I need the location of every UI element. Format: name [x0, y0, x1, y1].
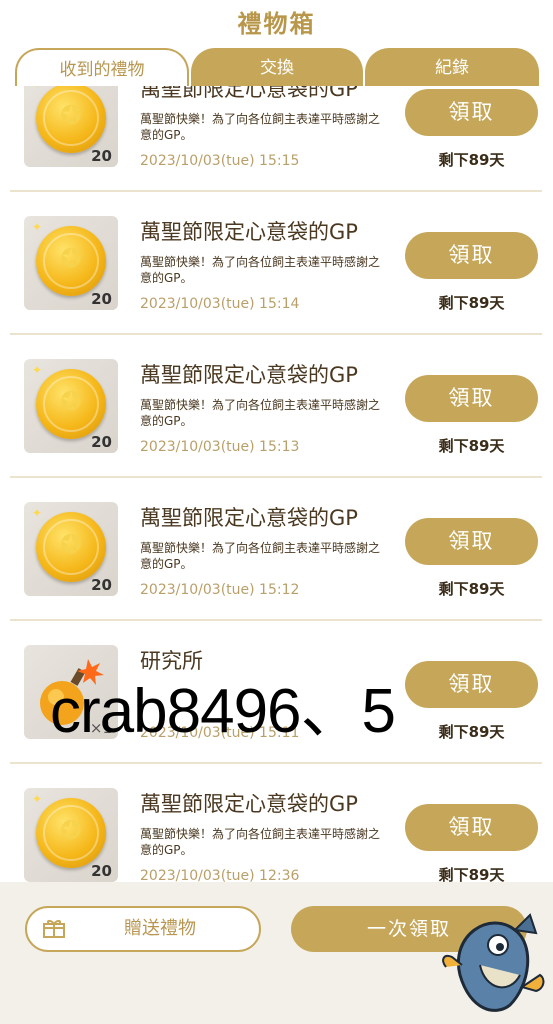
gift-timestamp: 2023/10/03(tue) 15:12: [140, 582, 300, 598]
gp-coin-icon: ✦✪ 20: [24, 86, 118, 167]
days-remaining: 剩下89天: [438, 151, 505, 169]
claim-button[interactable]: 領取: [405, 232, 538, 279]
claim-button[interactable]: 領取: [405, 89, 538, 136]
gift-title: 萬聖節限定心意袋的GP: [140, 506, 358, 530]
claim-button[interactable]: 領取: [405, 518, 538, 565]
gift-row: ✦✪ 20 萬聖節限定心意袋的GP 萬聖節快樂！為了向各位飼主表達平時感謝之意的…: [10, 192, 542, 335]
header: 禮物箱 收到的禮物 交換 紀錄: [0, 0, 553, 86]
gift-row: ✦✪ 20 萬聖節限定心意袋的GP 萬聖節快樂！為了向各位飼主表達平時感謝之意的…: [10, 86, 542, 192]
gift-description: 萬聖節快樂！為了向各位飼主表達平時感謝之意的GP。: [140, 398, 381, 428]
gp-coin-icon: ✦✪ 20: [24, 359, 118, 453]
gift-row: ✦✪ 20 萬聖節限定心意袋的GP 萬聖節快樂！為了向各位飼主表達平時感謝之意的…: [10, 764, 542, 882]
fish-mascot-icon: [442, 913, 545, 1012]
gift-timestamp: 2023/10/03(tue) 15:15: [140, 153, 300, 169]
watermark-text: crab8496、5: [50, 677, 396, 746]
gift-timestamp: 2023/10/03(tue) 12:36: [140, 868, 300, 882]
gift-title: 萬聖節限定心意袋的GP: [140, 220, 358, 244]
gift-timestamp: 2023/10/03(tue) 15:14: [140, 296, 300, 312]
gift-title: 萬聖節限定心意袋的GP: [140, 792, 358, 816]
claim-button[interactable]: 領取: [405, 375, 538, 422]
gp-coin-icon: ✦✪ 20: [24, 788, 118, 882]
days-remaining: 剩下89天: [438, 294, 505, 312]
claim-button[interactable]: 領取: [405, 661, 538, 708]
days-remaining: 剩下89天: [438, 437, 505, 455]
gift-title: 萬聖節限定心意袋的GP: [140, 363, 358, 387]
send-gift-button[interactable]: 贈送禮物: [25, 906, 261, 952]
gift-description: 萬聖節快樂！為了向各位飼主表達平時感謝之意的GP。: [140, 541, 381, 571]
claim-button[interactable]: 領取: [405, 804, 538, 851]
days-remaining: 剩下89天: [438, 580, 505, 598]
send-gift-label: 贈送禮物: [124, 918, 196, 939]
gift-timestamp: 2023/10/03(tue) 15:13: [140, 439, 300, 455]
days-remaining: 剩下89天: [438, 866, 505, 882]
gift-description: 萬聖節快樂！為了向各位飼主表達平時感謝之意的GP。: [140, 827, 381, 857]
gp-coin-icon: ✦✪ 20: [24, 216, 118, 310]
tab-bar: 收到的禮物 交換 紀錄: [15, 48, 539, 86]
gp-coin-icon: ✦✪ 20: [24, 502, 118, 596]
gift-description: 萬聖節快樂！為了向各位飼主表達平時感謝之意的GP。: [140, 255, 381, 285]
page-title: 禮物箱: [237, 10, 316, 38]
gift-list[interactable]: ✦✪ 20 萬聖節限定心意袋的GP 萬聖節快樂！為了向各位飼主表達平時感謝之意的…: [0, 86, 553, 882]
gift-description: 萬聖節快樂！為了向各位飼主表達平時感謝之意的GP。: [140, 112, 381, 142]
tab-received-gifts[interactable]: 收到的禮物: [15, 48, 189, 86]
gift-row: ✦✪ 20 萬聖節限定心意袋的GP 萬聖節快樂！為了向各位飼主表達平時感謝之意的…: [10, 335, 542, 478]
gift-title: 萬聖節限定心意袋的GP: [140, 86, 358, 101]
tab-records[interactable]: 紀錄: [365, 48, 539, 86]
gift-quantity: 20: [91, 290, 112, 308]
tab-exchange[interactable]: 交換: [191, 48, 363, 86]
days-remaining: 剩下89天: [438, 723, 505, 741]
gift-row: ✦✪ 20 萬聖節限定心意袋的GP 萬聖節快樂！為了向各位飼主表達平時感謝之意的…: [10, 478, 542, 621]
gift-quantity: 20: [91, 147, 112, 165]
gift-quantity: 20: [91, 576, 112, 594]
gift-quantity: 20: [91, 862, 112, 880]
gift-quantity: 20: [91, 433, 112, 451]
